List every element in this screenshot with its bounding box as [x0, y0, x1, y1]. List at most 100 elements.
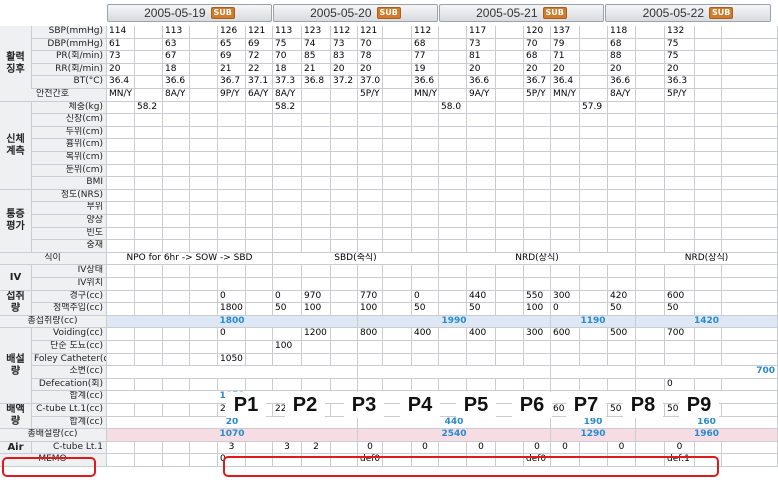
data-cell[interactable]: [439, 190, 467, 202]
data-cell[interactable]: [551, 341, 580, 354]
data-cell[interactable]: [467, 152, 496, 165]
data-cell[interactable]: [383, 240, 412, 253]
data-cell[interactable]: [190, 64, 218, 76]
data-cell[interactable]: [695, 127, 722, 139]
data-cell[interactable]: 117: [467, 26, 496, 39]
data-cell[interactable]: [467, 379, 496, 391]
data-cell[interactable]: [524, 265, 551, 278]
data-cell[interactable]: [331, 278, 358, 291]
data-cell[interactable]: [695, 89, 722, 102]
data-cell[interactable]: 67: [163, 51, 190, 64]
data-cell[interactable]: [246, 341, 273, 354]
data-cell[interactable]: 20: [467, 64, 496, 76]
data-cell[interactable]: MN/Y: [412, 89, 439, 102]
data-cell[interactable]: [722, 76, 778, 89]
data-cell[interactable]: [135, 114, 163, 127]
data-cell[interactable]: [636, 177, 665, 190]
data-cell[interactable]: [412, 114, 439, 127]
data-cell[interactable]: [665, 265, 695, 278]
data-cell[interactable]: [135, 64, 163, 76]
data-cell[interactable]: [302, 354, 331, 366]
data-cell[interactable]: [190, 51, 218, 64]
data-cell[interactable]: [580, 454, 608, 467]
data-cell[interactable]: [665, 278, 695, 291]
data-cell[interactable]: [107, 265, 135, 278]
data-cell[interactable]: 600: [665, 291, 695, 303]
data-cell[interactable]: [580, 51, 608, 64]
data-cell[interactable]: [218, 127, 246, 139]
data-cell[interactable]: 70: [358, 39, 383, 51]
data-cell[interactable]: 120: [524, 26, 551, 39]
data-cell[interactable]: 36.3: [665, 76, 695, 89]
data-cell[interactable]: [722, 127, 778, 139]
data-cell[interactable]: [722, 328, 778, 341]
data-cell[interactable]: 9A/Y: [467, 89, 496, 102]
data-cell[interactable]: 112: [331, 26, 358, 39]
data-cell[interactable]: [107, 328, 135, 341]
data-cell[interactable]: 121: [358, 26, 383, 39]
data-cell[interactable]: [695, 152, 722, 165]
data-cell[interactable]: 118: [608, 26, 636, 39]
data-cell[interactable]: [551, 240, 580, 253]
data-cell[interactable]: [722, 39, 778, 51]
data-cell[interactable]: [439, 240, 467, 253]
data-cell[interactable]: [608, 102, 636, 114]
data-cell[interactable]: 121: [246, 26, 273, 39]
data-cell[interactable]: [439, 152, 467, 165]
data-cell[interactable]: [135, 215, 163, 228]
data-cell[interactable]: 36.4: [107, 76, 135, 89]
data-cell[interactable]: [358, 265, 383, 278]
data-cell[interactable]: [302, 152, 331, 165]
data-cell[interactable]: [331, 127, 358, 139]
data-cell[interactable]: 0: [358, 442, 383, 454]
data-cell[interactable]: 37.0: [358, 76, 383, 89]
data-cell[interactable]: [412, 379, 439, 391]
data-cell[interactable]: 73: [331, 39, 358, 51]
data-cell[interactable]: [246, 165, 273, 177]
data-cell[interactable]: [695, 76, 722, 89]
data-cell[interactable]: [218, 215, 246, 228]
data-cell[interactable]: [695, 240, 722, 253]
data-cell[interactable]: [695, 51, 722, 64]
data-cell[interactable]: [218, 228, 246, 240]
data-cell[interactable]: [665, 190, 695, 202]
data-cell[interactable]: [439, 228, 467, 240]
data-cell[interactable]: [163, 291, 190, 303]
data-cell[interactable]: 36.6: [467, 76, 496, 89]
data-cell[interactable]: [695, 278, 722, 291]
data-cell[interactable]: [358, 165, 383, 177]
data-cell[interactable]: [383, 39, 412, 51]
data-cell[interactable]: [163, 328, 190, 341]
data-cell[interactable]: [695, 442, 722, 454]
diet-cell[interactable]: NRD(상식): [636, 253, 778, 265]
data-cell[interactable]: [636, 64, 665, 76]
data-cell[interactable]: [636, 303, 665, 316]
total_intake-cell[interactable]: 1190: [551, 316, 636, 328]
data-cell[interactable]: 68: [608, 39, 636, 51]
data-cell[interactable]: [383, 114, 412, 127]
data-cell[interactable]: [496, 89, 524, 102]
data-cell[interactable]: [273, 354, 302, 366]
data-cell[interactable]: [524, 202, 551, 215]
data-cell[interactable]: 0: [551, 442, 580, 454]
data-cell[interactable]: [383, 64, 412, 76]
data-cell[interactable]: 36.7: [524, 76, 551, 89]
data-cell[interactable]: [636, 102, 665, 114]
data-cell[interactable]: [496, 354, 524, 366]
data-cell[interactable]: [331, 442, 358, 454]
data-cell[interactable]: [636, 165, 665, 177]
data-cell[interactable]: [107, 165, 135, 177]
data-cell[interactable]: [467, 354, 496, 366]
data-cell[interactable]: [467, 190, 496, 202]
data-cell[interactable]: [524, 127, 551, 139]
data-cell[interactable]: [439, 354, 467, 366]
data-cell[interactable]: [246, 139, 273, 152]
data-cell[interactable]: [580, 215, 608, 228]
data-cell[interactable]: [273, 265, 302, 278]
data-cell[interactable]: [665, 114, 695, 127]
data-cell[interactable]: 68: [524, 51, 551, 64]
diet-cell[interactable]: NPO for 6hr -> SOW -> SBD: [107, 253, 273, 265]
data-cell[interactable]: [163, 341, 190, 354]
data-cell[interactable]: 700: [665, 328, 695, 341]
data-cell[interactable]: 100: [358, 303, 383, 316]
